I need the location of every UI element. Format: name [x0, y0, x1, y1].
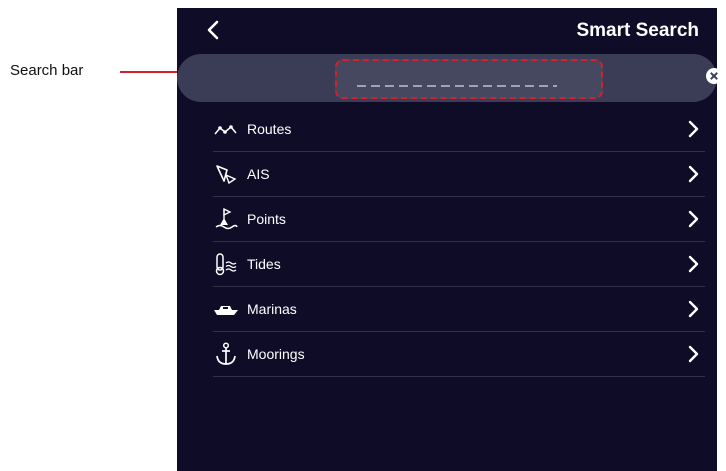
menu-item-label: Points: [247, 211, 286, 227]
menu-item-label: Routes: [247, 121, 292, 137]
chevron-right-icon: [688, 210, 699, 228]
anchor-icon: [216, 342, 236, 365]
menu-item-label: Marinas: [247, 301, 297, 317]
chevron-right-icon: [688, 120, 699, 138]
chevron-right-icon: [688, 165, 699, 183]
menu-item-moorings[interactable]: Moorings: [213, 332, 705, 377]
app-screen: Smart Search Routes AIS Points Tides Mar…: [177, 8, 722, 471]
menu-item-marinas[interactable]: Marinas: [213, 287, 705, 332]
search-bar: [177, 54, 722, 102]
smart-search-menu: Routes AIS Points Tides Marinas Moorings: [213, 107, 705, 377]
search-input-underline: [357, 85, 557, 87]
search-field-box[interactable]: [335, 59, 603, 99]
menu-item-routes[interactable]: Routes: [213, 107, 705, 152]
chevron-right-icon: [688, 255, 699, 273]
ais-target-icon: [216, 165, 237, 185]
page-title: Smart Search: [576, 20, 699, 41]
menu-item-points[interactable]: Points: [213, 197, 705, 242]
menu-item-tides[interactable]: Tides: [213, 242, 705, 287]
menu-item-ais[interactable]: AIS: [213, 152, 705, 197]
chevron-right-icon: [688, 345, 699, 363]
search-input[interactable]: [357, 65, 561, 93]
route-icon: [214, 125, 237, 135]
chevron-right-icon: [688, 300, 699, 318]
tide-thermometer-icon: [215, 253, 237, 276]
menu-item-label: AIS: [247, 166, 270, 182]
back-arrow-icon[interactable]: [203, 19, 223, 41]
clear-circle-icon[interactable]: [705, 67, 723, 85]
boat-icon: [214, 306, 238, 315]
header-bar: Smart Search: [177, 8, 717, 52]
menu-item-label: Tides: [247, 256, 281, 272]
menu-item-label: Moorings: [247, 346, 305, 362]
buoy-flag-icon: [215, 207, 238, 230]
